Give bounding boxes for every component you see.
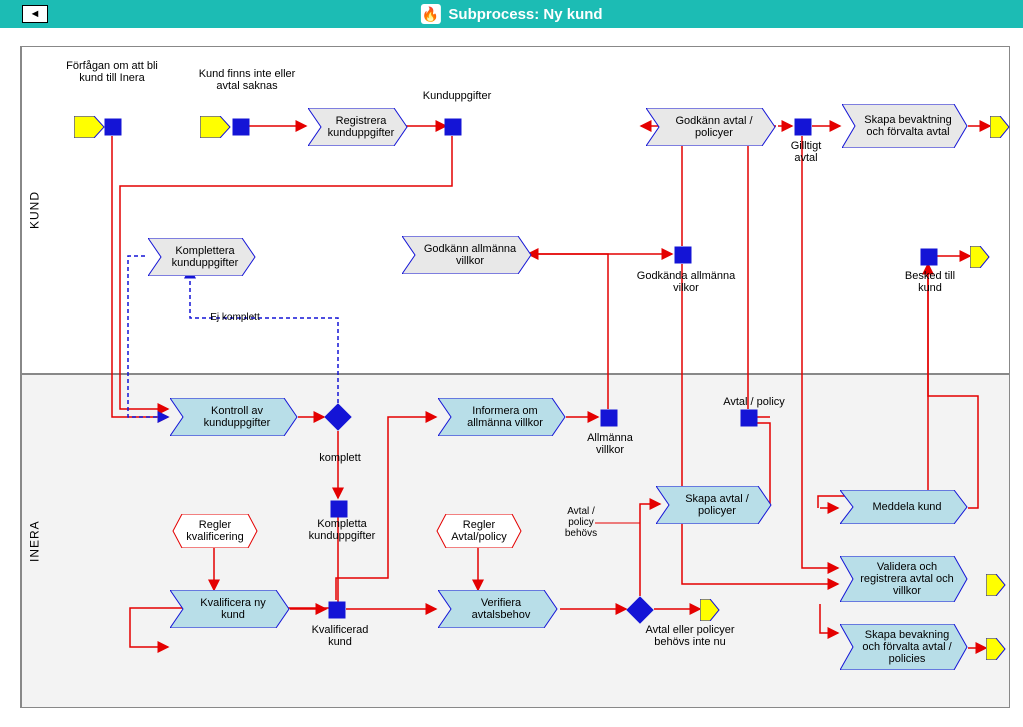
rule-kvalificering[interactable]: Regler kvalificering xyxy=(172,514,258,548)
event-label-forfragan: Förfågan om att bli kund till Inera xyxy=(64,60,160,84)
message-kvalkund[interactable] xyxy=(328,601,346,619)
activity-meddela-label: Meddela kund xyxy=(840,490,968,524)
message-kompletta[interactable] xyxy=(330,500,348,518)
activity-registrera[interactable]: Registrera kunduppgifter xyxy=(308,108,408,146)
activity-skapa-avtal[interactable]: Skapa avtal / policyer xyxy=(656,486,772,524)
end-event-intebehovs[interactable] xyxy=(700,599,720,621)
activity-komplettera[interactable]: Komplettera kunduppgifter xyxy=(148,238,256,276)
gateway-label-komplett: komplett xyxy=(312,452,368,464)
activity-godkann-villkor-label: Godkänn allmänna villkor xyxy=(402,236,532,274)
activity-godkann-villkor[interactable]: Godkänn allmänna villkor xyxy=(402,236,532,274)
gateway-label-ejkomplett: Ej komplett xyxy=(200,312,270,323)
message-avtalpolicy[interactable] xyxy=(740,409,758,427)
activity-validera[interactable]: Validera och registrera avtal och villko… xyxy=(840,556,968,602)
activity-godkann-avtal[interactable]: Godkänn avtal / policyer xyxy=(646,108,776,146)
message-allmvillkor[interactable] xyxy=(600,409,618,427)
event-label-allmvillkor: Allmänna villkor xyxy=(578,432,642,456)
activity-skapa-avtal-label: Skapa avtal / policyer xyxy=(656,486,772,524)
event-label-kunduppgifter: Kunduppgifter xyxy=(412,90,502,102)
activity-informera[interactable]: Informera om allmänna villkor xyxy=(438,398,566,436)
end-event-top[interactable] xyxy=(990,116,1010,138)
start-event-kundfinns[interactable] xyxy=(200,116,232,138)
lane-kund-label: KUND xyxy=(21,47,47,373)
title-bar: ◄ 🔥 Subprocess: Ny kund xyxy=(0,0,1023,28)
gateway-avtalbehov[interactable] xyxy=(626,596,654,624)
activity-skapa-bevaktning-label: Skapa bevaktning och förvalta avtal xyxy=(842,104,968,148)
activity-verifiera-label: Verifiera avtalsbehov xyxy=(438,590,558,628)
message-besked[interactable] xyxy=(920,248,938,266)
activity-kvalificera-label: Kvalificera ny kund xyxy=(170,590,290,628)
app-icon: 🔥 xyxy=(420,4,440,24)
event-label-besked: Besked till kund xyxy=(902,270,958,294)
gateway-komplett[interactable] xyxy=(324,403,352,431)
activity-meddela[interactable]: Meddela kund xyxy=(840,490,968,524)
event-label-kompletta: Kompletta kunduppgifter xyxy=(302,518,382,542)
activity-kontroll-label: Kontroll av kunduppgifter xyxy=(170,398,298,436)
end-event-bottom[interactable] xyxy=(986,638,1006,660)
activity-skapa-bevakning[interactable]: Skapa bevakning och förvalta avtal / pol… xyxy=(840,624,968,670)
page-title: Subprocess: Ny kund xyxy=(448,6,602,23)
activity-verifiera[interactable]: Verifiera avtalsbehov xyxy=(438,590,558,628)
rule-avtalpolicy[interactable]: Regler Avtal/policy xyxy=(436,514,522,548)
rule-avtalpolicy-label: Regler Avtal/policy xyxy=(436,514,522,548)
back-button[interactable]: ◄ xyxy=(22,5,48,23)
event-label-gilltigt: Gilltigt avtal xyxy=(778,140,834,164)
diagram-canvas: KUND INERA xyxy=(0,28,1023,727)
message-kundfinns[interactable] xyxy=(232,118,250,136)
activity-informera-label: Informera om allmänna villkor xyxy=(438,398,566,436)
event-label-kvalkund: Kvalificerad kund xyxy=(302,624,378,648)
message-forfragan[interactable] xyxy=(104,118,122,136)
rule-kvalificering-label: Regler kvalificering xyxy=(172,514,258,548)
activity-skapa-bevaktning[interactable]: Skapa bevaktning och förvalta avtal xyxy=(842,104,968,148)
activity-validera-label: Validera och registrera avtal och villko… xyxy=(840,556,968,602)
event-label-kundfinns: Kund finns inte eller avtal saknas xyxy=(192,68,302,92)
lane-kund: KUND xyxy=(20,46,1010,374)
event-label-godkanda: Godkända allmänna vilkor xyxy=(636,270,736,294)
event-label-avtalpolicy: Avtal / policy xyxy=(714,396,794,408)
activity-kvalificera[interactable]: Kvalificera ny kund xyxy=(170,590,290,628)
end-event-validera[interactable] xyxy=(986,574,1006,596)
activity-godkann-avtal-label: Godkänn avtal / policyer xyxy=(646,108,776,146)
start-event-forfragan[interactable] xyxy=(74,116,106,138)
gateway-label-behovs: Avtal / policy behövs xyxy=(556,506,606,539)
message-gilltigt[interactable] xyxy=(794,118,812,136)
activity-kontroll[interactable]: Kontroll av kunduppgifter xyxy=(170,398,298,436)
event-label-intebehovs: Avtal eller policyer behövs inte nu xyxy=(640,624,740,648)
activity-skapa-bevakning-label: Skapa bevakning och förvalta avtal / pol… xyxy=(840,624,968,670)
end-event-besked[interactable] xyxy=(970,246,990,268)
lane-inera-label: INERA xyxy=(21,375,47,707)
message-godkanda[interactable] xyxy=(674,246,692,264)
activity-registrera-label: Registrera kunduppgifter xyxy=(308,108,408,146)
activity-komplettera-label: Komplettera kunduppgifter xyxy=(148,238,256,276)
message-kunduppgifter[interactable] xyxy=(444,118,462,136)
